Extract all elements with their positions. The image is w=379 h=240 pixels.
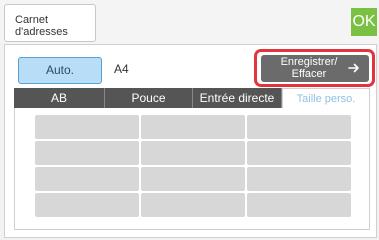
tab-entree-directe[interactable]: Entrée directe bbox=[193, 88, 282, 108]
custom-size-slot[interactable] bbox=[247, 193, 351, 217]
custom-size-slot[interactable] bbox=[35, 167, 139, 191]
register-delete-label: Enregistrer/ Effacer bbox=[280, 56, 338, 80]
tab-taille-perso[interactable]: Taille perso. bbox=[282, 88, 370, 108]
custom-size-slot[interactable] bbox=[141, 115, 245, 139]
current-size-value: A4 bbox=[114, 62, 129, 76]
address-book-label-line2: d'adresses bbox=[15, 26, 68, 38]
custom-size-slot[interactable] bbox=[35, 115, 139, 139]
arrow-right-icon bbox=[348, 63, 359, 73]
custom-size-slot[interactable] bbox=[247, 141, 351, 165]
auto-button[interactable]: Auto. bbox=[18, 57, 102, 84]
custom-size-slot[interactable] bbox=[141, 167, 245, 191]
custom-size-slot[interactable] bbox=[141, 193, 245, 217]
custom-size-slot[interactable] bbox=[247, 115, 351, 139]
custom-size-slot[interactable] bbox=[35, 193, 139, 217]
address-book-button[interactable]: Carnet d'adresses bbox=[4, 4, 96, 42]
custom-size-slot[interactable] bbox=[35, 141, 139, 165]
screen: Carnet d'adresses OK Auto. A4 Enregistre… bbox=[0, 0, 379, 240]
custom-size-slot[interactable] bbox=[247, 167, 351, 191]
ok-button[interactable]: OK bbox=[351, 8, 377, 36]
custom-size-grid bbox=[14, 108, 370, 230]
address-book-label-line1: Carnet bbox=[15, 14, 49, 26]
custom-size-slot[interactable] bbox=[141, 141, 245, 165]
register-delete-button[interactable]: Enregistrer/ Effacer bbox=[261, 55, 369, 82]
tab-pouce[interactable]: Pouce bbox=[105, 88, 193, 108]
tab-ab[interactable]: AB bbox=[14, 88, 105, 108]
